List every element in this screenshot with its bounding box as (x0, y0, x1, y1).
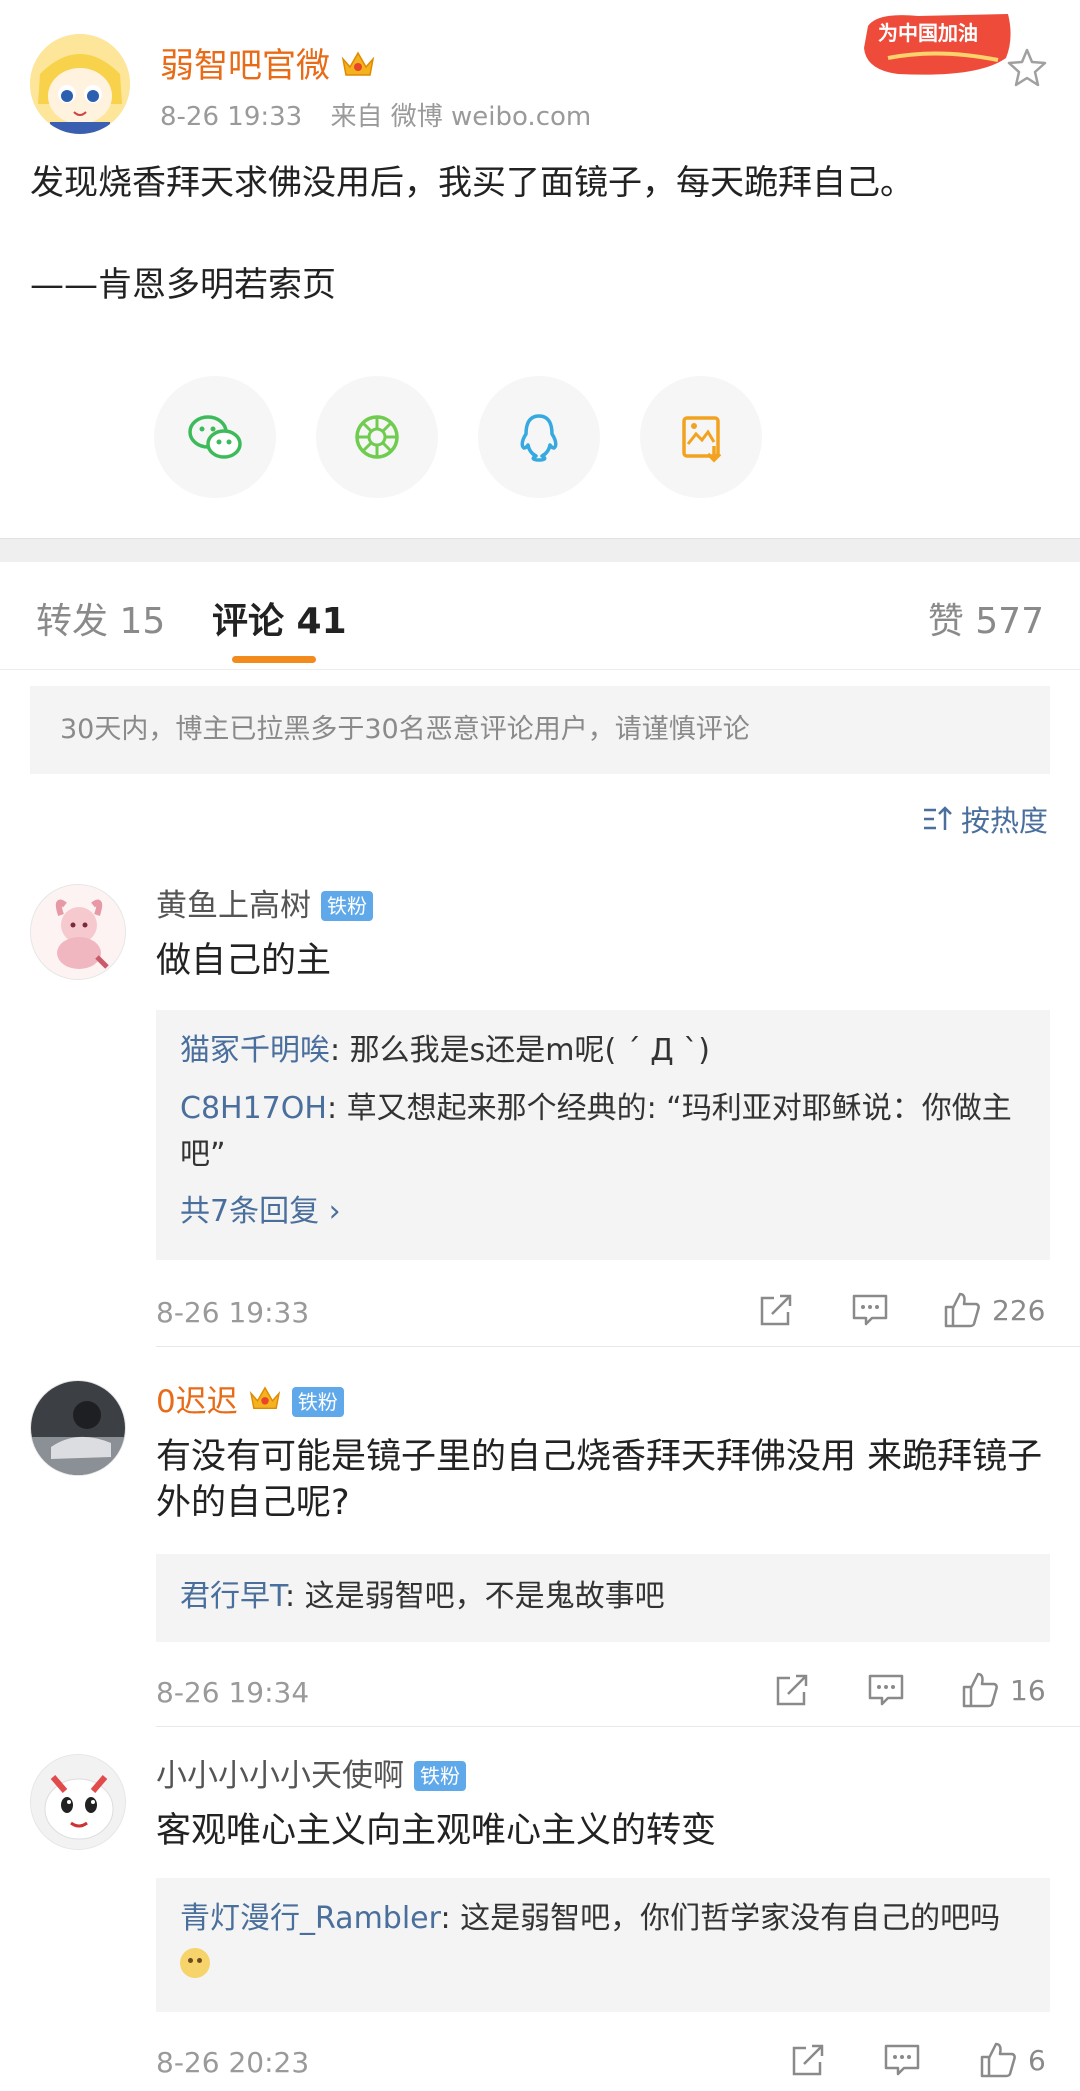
comment-time: 8-26 20:23 (156, 2046, 310, 2079)
sort-label: 按热度 (960, 804, 1048, 838)
commenter-avatar[interactable] (30, 1754, 126, 1850)
section-divider (0, 538, 1080, 562)
comment-divider (156, 1726, 1080, 1727)
reply-text: : 这是弱智吧，不是鬼故事吧 (285, 1579, 665, 1614)
promo-text: 为中国加油 (878, 21, 978, 45)
post-text: 发现烧香拜天求佛没用后，我买了面镜子，每天跪拜自己。 (30, 163, 914, 203)
commenter-avatar[interactable] (30, 884, 126, 980)
share-wechat-button[interactable] (154, 376, 276, 498)
reply-box[interactable]: 君行早T: 这是弱智吧，不是鬼故事吧 (156, 1554, 1050, 1642)
share-icon (776, 1674, 808, 1706)
repost-comment-button[interactable] (756, 1290, 796, 1330)
like-count: 226 (992, 1293, 1046, 1327)
commenter-name-text[interactable]: 黄鱼上高树 (156, 884, 311, 928)
reply-item[interactable]: 猫冢千明唉: 那么我是s还是m呢( ´ Д `) (180, 1028, 1026, 1074)
reply-text: : 这是弱智吧，你们哲学家没有自己的吧吗 (440, 1901, 1001, 1936)
commenter-avatar[interactable] (30, 1380, 126, 1476)
like-button[interactable]: 6 (978, 2040, 1046, 2080)
crown-icon (340, 48, 376, 78)
wechat-icon (188, 415, 242, 459)
comment-divider (156, 1346, 1080, 1347)
author-name-text[interactable]: 弱智吧官微 (160, 38, 330, 87)
favorite-star-icon[interactable] (1006, 46, 1048, 88)
more-replies-link[interactable]: 共7条回复 › (180, 1190, 1026, 1234)
promo-badge[interactable]: 为中国加油 (858, 8, 1016, 84)
commenter-name[interactable]: 小小小小小天使啊 铁粉 (156, 1754, 466, 1798)
comment-text: 做自己的主 (156, 941, 332, 981)
post-time: 8-26 19:33 (160, 102, 303, 132)
comment-text: 客观唯心主义向主观唯心主义的转变 (156, 1811, 717, 1851)
reply-comment-button[interactable] (882, 2040, 922, 2080)
emoji-icon (180, 1948, 210, 1978)
repost-comment-button[interactable] (772, 1670, 812, 1710)
comment-time: 8-26 19:34 (156, 1676, 310, 1709)
post-source: 来自 微博 weibo.com (330, 102, 592, 132)
comment-footer: 8-26 19:34 16 (156, 1670, 1050, 1720)
reply-comment-button[interactable] (866, 1670, 906, 1710)
reply-item[interactable]: 青灯漫行_Rambler: 这是弱智吧，你们哲学家没有自己的吧吗 (180, 1896, 1026, 1988)
share-row (154, 376, 924, 498)
fan-badge: 铁粉 (414, 1761, 466, 1791)
share-moments-button[interactable] (316, 376, 438, 498)
crown-icon (248, 1380, 282, 1424)
like-button[interactable]: 226 (942, 1290, 1045, 1330)
comment-notice: 30天内，博主已拉黑多于30名恶意评论用户，请谨慎评论 (30, 686, 1050, 774)
reply-item[interactable]: 君行早T: 这是弱智吧，不是鬼故事吧 (180, 1574, 1026, 1620)
moments-icon (355, 415, 399, 459)
reply-author[interactable]: 猫冢千明唉 (180, 1033, 330, 1068)
comment-text: 有没有可能是镜子里的自己烧香拜天拜佛没用 来跪拜镜子外的自己呢? (156, 1437, 1043, 1523)
commenter-name[interactable]: 黄鱼上高树 铁粉 (156, 884, 373, 928)
thumbs-up-icon (944, 1292, 980, 1328)
post-meta: 8-26 19:33 来自 微博 weibo.com (160, 96, 591, 133)
comment-footer: 8-26 19:33 226 (156, 1290, 1050, 1340)
tab-comment[interactable]: 评论 41 (212, 592, 347, 644)
share-icon (760, 1294, 792, 1326)
author-avatar[interactable] (30, 34, 130, 134)
like-button[interactable]: 16 (960, 1670, 1046, 1710)
sort-button[interactable]: 按热度 (921, 798, 1048, 840)
thumbs-up-icon (962, 1672, 998, 1708)
share-qq-button[interactable] (478, 376, 600, 498)
reply-text: : 那么我是s还是m呢( ´ Д `) (330, 1033, 710, 1068)
sort-icon (923, 806, 952, 830)
author-name[interactable]: 弱智吧官微 (160, 38, 376, 87)
repost-comment-button[interactable] (788, 2040, 828, 2080)
commenter-name-text[interactable]: 0迟迟 (156, 1380, 238, 1424)
reply-author[interactable]: C8H17OH (180, 1091, 327, 1126)
fan-badge: 铁粉 (291, 1387, 344, 1417)
save-image-icon (682, 416, 722, 463)
fan-badge: 铁粉 (321, 891, 373, 921)
comment-time: 8-26 19:33 (156, 1296, 310, 1329)
reply-box[interactable]: 猫冢千明唉: 那么我是s还是m呢( ´ Д `) C8H17OH: 草又想起来那… (156, 1010, 1050, 1260)
like-count: 6 (1028, 2043, 1046, 2077)
active-tab-indicator (232, 656, 316, 663)
comment-icon (852, 1294, 888, 1326)
reply-box[interactable]: 青灯漫行_Rambler: 这是弱智吧，你们哲学家没有自己的吧吗 (156, 1878, 1050, 2012)
post-signature: ——肯恩多明若索页 (30, 265, 336, 305)
weibo-post: 弱智吧官微 8-26 19:33 来自 微博 weibo.com 为中国加油 发… (0, 0, 1080, 538)
tab-bar: 转发 15 评论 41 赞 577 (0, 562, 1080, 670)
comment-footer: 8-26 20:23 6 (156, 2040, 1050, 2090)
qq-icon (520, 414, 558, 462)
share-icon (792, 2044, 824, 2076)
tab-like[interactable]: 赞 577 (928, 592, 1044, 644)
like-count: 16 (1010, 1673, 1046, 1707)
comment-icon (868, 1674, 904, 1706)
comment-icon (884, 2044, 920, 2076)
commenter-name[interactable]: 0迟迟 铁粉 (156, 1380, 344, 1424)
tab-repost[interactable]: 转发 15 (36, 592, 165, 644)
reply-author[interactable]: 青灯漫行_Rambler (180, 1901, 440, 1936)
save-image-button[interactable] (640, 376, 762, 498)
thumbs-up-icon (980, 2042, 1016, 2078)
reply-item[interactable]: C8H17OH: 草又想起来那个经典的: “玛利亚对耶稣说：你做主吧” (180, 1086, 1026, 1178)
reply-comment-button[interactable] (850, 1290, 890, 1330)
reply-author[interactable]: 君行早T (180, 1579, 285, 1614)
commenter-name-text[interactable]: 小小小小小天使啊 (156, 1754, 404, 1798)
